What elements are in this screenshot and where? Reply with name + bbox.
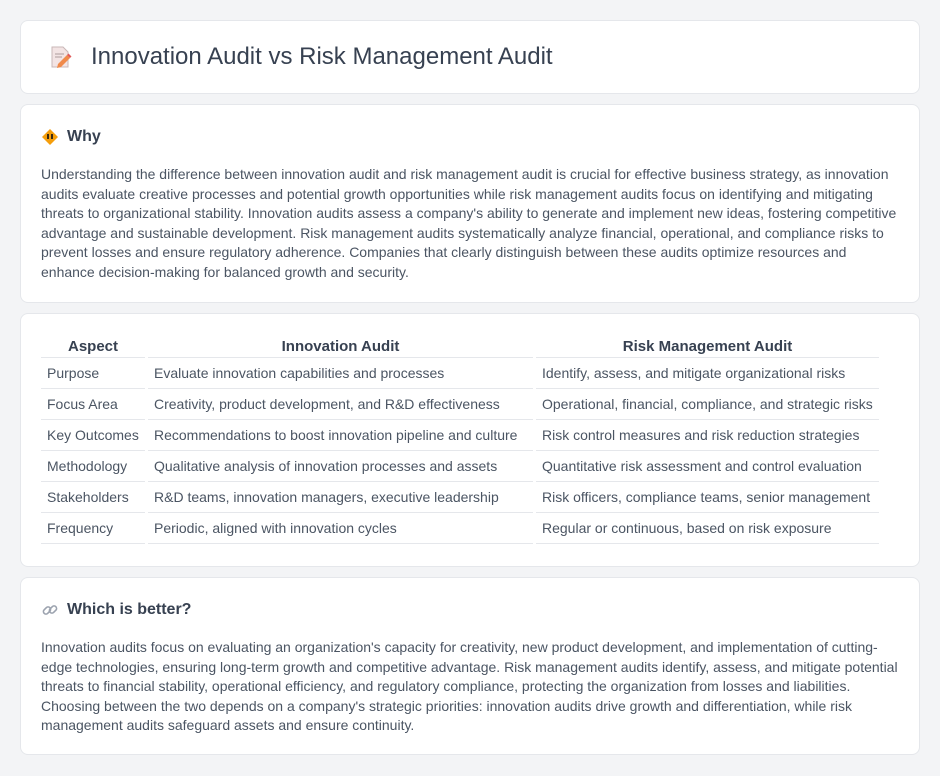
- why-heading: Why: [67, 128, 101, 145]
- table-row: Methodology Qualitative analysis of inno…: [41, 451, 879, 482]
- diamond-warning-icon: [42, 129, 58, 145]
- table-cell: Frequency: [41, 513, 145, 544]
- table-row: Focus Area Creativity, product developme…: [41, 389, 879, 420]
- table-row: Purpose Evaluate innovation capabilities…: [41, 358, 879, 389]
- table-cell: Periodic, aligned with innovation cycles: [148, 513, 533, 544]
- better-heading: Which is better?: [67, 601, 192, 618]
- column-header-risk-management-audit: Risk Management Audit: [536, 334, 879, 358]
- table-cell: Recommendations to boost innovation pipe…: [148, 420, 533, 451]
- table-row: Frequency Periodic, aligned with innovat…: [41, 513, 879, 544]
- column-header-innovation-audit: Innovation Audit: [148, 334, 533, 358]
- table-cell: Key Outcomes: [41, 420, 145, 451]
- table-cell: Purpose: [41, 358, 145, 389]
- table-cell: Focus Area: [41, 389, 145, 420]
- better-text: Innovation audits focus on evaluating an…: [41, 639, 898, 734]
- table-cell: Evaluate innovation capabilities and pro…: [148, 358, 533, 389]
- why-text: Understanding the difference between inn…: [41, 166, 897, 280]
- why-heading-row: Why: [41, 125, 899, 149]
- document-pencil-icon: [51, 46, 72, 68]
- table-cell: Regular or continuous, based on risk exp…: [536, 513, 879, 544]
- table-cell: Operational, financial, compliance, and …: [536, 389, 879, 420]
- comparison-table-card: Aspect Innovation Audit Risk Management …: [20, 313, 920, 567]
- table-cell: Quantitative risk assessment and control…: [536, 451, 879, 482]
- column-header-aspect: Aspect: [41, 334, 145, 358]
- table-cell: Stakeholders: [41, 482, 145, 513]
- link-icon: [42, 605, 58, 615]
- table-cell: Risk control measures and risk reduction…: [536, 420, 879, 451]
- table-cell: Creativity, product development, and R&D…: [148, 389, 533, 420]
- header-card: Innovation Audit vs Risk Management Audi…: [20, 20, 920, 94]
- comparison-table: Aspect Innovation Audit Risk Management …: [38, 334, 882, 544]
- why-section: Why Understanding the difference between…: [20, 104, 920, 303]
- which-is-better-section: Which is better? Innovation audits focus…: [20, 577, 920, 755]
- table-cell: Qualitative analysis of innovation proce…: [148, 451, 533, 482]
- table-cell: R&D teams, innovation managers, executiv…: [148, 482, 533, 513]
- table-cell: Risk officers, compliance teams, senior …: [536, 482, 879, 513]
- table-cell: Methodology: [41, 451, 145, 482]
- page-title: Innovation Audit vs Risk Management Audi…: [91, 43, 553, 70]
- table-cell: Identify, assess, and mitigate organizat…: [536, 358, 879, 389]
- table-row: Stakeholders R&D teams, innovation manag…: [41, 482, 879, 513]
- better-heading-row: Which is better?: [41, 598, 899, 622]
- table-header-row: Aspect Innovation Audit Risk Management …: [41, 334, 879, 358]
- table-row: Key Outcomes Recommendations to boost in…: [41, 420, 879, 451]
